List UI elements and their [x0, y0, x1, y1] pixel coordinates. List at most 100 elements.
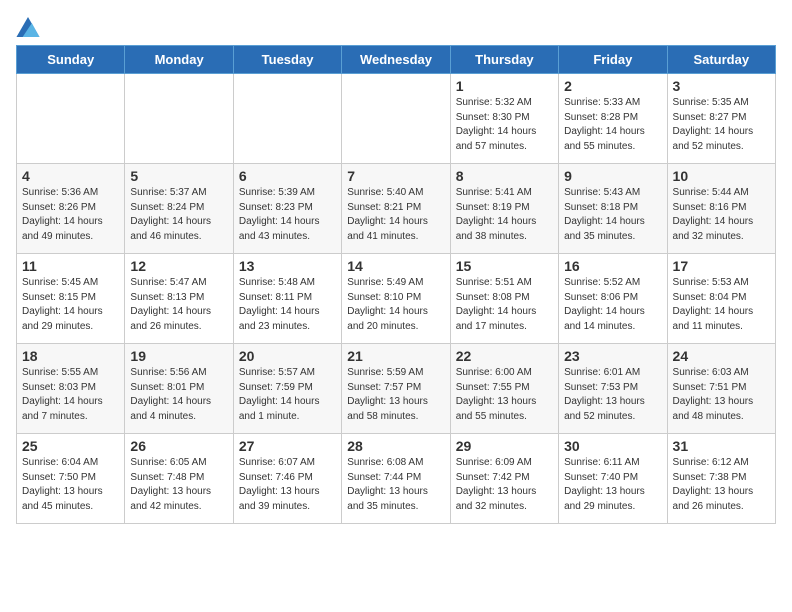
- calendar-week-row: 11 Sunrise: 5:45 AM Sunset: 8:15 PM Dayli…: [17, 254, 776, 344]
- day-number: 15: [456, 258, 553, 274]
- calendar-cell: 28 Sunrise: 6:08 AM Sunset: 7:44 PM Dayli…: [342, 434, 450, 524]
- calendar-cell: 23 Sunrise: 6:01 AM Sunset: 7:53 PM Dayli…: [559, 344, 667, 434]
- calendar-cell: 25 Sunrise: 6:04 AM Sunset: 7:50 PM Dayli…: [17, 434, 125, 524]
- calendar-cell: 22 Sunrise: 6:00 AM Sunset: 7:55 PM Dayli…: [450, 344, 558, 434]
- day-info: Sunrise: 5:53 AM Sunset: 8:04 PM Dayligh…: [673, 276, 770, 334]
- day-info: Sunrise: 6:04 AM Sunset: 7:50 PM Dayligh…: [22, 456, 119, 514]
- day-number: 18: [22, 348, 119, 364]
- day-info: Sunrise: 5:40 AM Sunset: 8:21 PM Dayligh…: [347, 186, 444, 244]
- day-info: Sunrise: 5:59 AM Sunset: 7:57 PM Dayligh…: [347, 366, 444, 424]
- calendar-cell: 5 Sunrise: 5:37 AM Sunset: 8:24 PM Daylig…: [125, 164, 233, 254]
- calendar-week-row: 1 Sunrise: 5:32 AM Sunset: 8:30 PM Daylig…: [17, 74, 776, 164]
- day-info: Sunrise: 6:11 AM Sunset: 7:40 PM Dayligh…: [564, 456, 661, 514]
- day-number: 25: [22, 438, 119, 454]
- day-number: 29: [456, 438, 553, 454]
- day-number: 13: [239, 258, 336, 274]
- day-info: Sunrise: 5:51 AM Sunset: 8:08 PM Dayligh…: [456, 276, 553, 334]
- day-info: Sunrise: 5:45 AM Sunset: 8:15 PM Dayligh…: [22, 276, 119, 334]
- day-number: 28: [347, 438, 444, 454]
- day-info: Sunrise: 6:12 AM Sunset: 7:38 PM Dayligh…: [673, 456, 770, 514]
- calendar-cell: 7Sunrise: 5:40 AM Sunset: 8:21 PM Daylig…: [342, 164, 450, 254]
- day-number: 12: [130, 258, 227, 274]
- day-info: Sunrise: 5:33 AM Sunset: 8:28 PM Dayligh…: [564, 96, 661, 154]
- day-info: Sunrise: 5:36 AM Sunset: 8:26 PM Dayligh…: [22, 186, 119, 244]
- day-number: 26: [130, 438, 227, 454]
- day-number: 21: [347, 348, 444, 364]
- day-number: 30: [564, 438, 661, 454]
- logo: [16, 16, 44, 37]
- calendar-week-row: 25 Sunrise: 6:04 AM Sunset: 7:50 PM Dayli…: [17, 434, 776, 524]
- day-number: 8: [456, 168, 553, 184]
- day-info: Sunrise: 6:08 AM Sunset: 7:44 PM Dayligh…: [347, 456, 444, 514]
- logo-icon: [16, 17, 40, 37]
- day-info: Sunrise: 6:00 AM Sunset: 7:55 PM Dayligh…: [456, 366, 553, 424]
- day-number: 1: [456, 78, 553, 94]
- calendar-cell: [233, 74, 341, 164]
- day-number: 22: [456, 348, 553, 364]
- calendar-cell: 13Sunrise: 5:48 AM Sunset: 8:11 PM Dayli…: [233, 254, 341, 344]
- day-header-monday: Monday: [125, 46, 233, 74]
- day-info: Sunrise: 6:03 AM Sunset: 7:51 PM Dayligh…: [673, 366, 770, 424]
- day-number: 10: [673, 168, 770, 184]
- calendar-cell: 19 Sunrise: 5:56 AM Sunset: 8:01 PM Dayli…: [125, 344, 233, 434]
- calendar-cell: 31 Sunrise: 6:12 AM Sunset: 7:38 PM Dayli…: [667, 434, 775, 524]
- day-number: 14: [347, 258, 444, 274]
- day-header-tuesday: Tuesday: [233, 46, 341, 74]
- day-number: 27: [239, 438, 336, 454]
- calendar-cell: [17, 74, 125, 164]
- calendar-cell: 18Sunrise: 5:55 AM Sunset: 8:03 PM Dayli…: [17, 344, 125, 434]
- day-number: 3: [673, 78, 770, 94]
- calendar-cell: 16 Sunrise: 5:52 AM Sunset: 8:06 PM Dayli…: [559, 254, 667, 344]
- calendar-cell: 4 Sunrise: 5:36 AM Sunset: 8:26 PM Daylig…: [17, 164, 125, 254]
- day-number: 23: [564, 348, 661, 364]
- calendar-cell: 9 Sunrise: 5:43 AM Sunset: 8:18 PM Daylig…: [559, 164, 667, 254]
- day-header-wednesday: Wednesday: [342, 46, 450, 74]
- calendar-cell: 8 Sunrise: 5:41 AM Sunset: 8:19 PM Daylig…: [450, 164, 558, 254]
- day-info: Sunrise: 5:44 AM Sunset: 8:16 PM Dayligh…: [673, 186, 770, 244]
- calendar-cell: 24Sunrise: 6:03 AM Sunset: 7:51 PM Dayli…: [667, 344, 775, 434]
- day-info: Sunrise: 5:37 AM Sunset: 8:24 PM Dayligh…: [130, 186, 227, 244]
- day-number: 11: [22, 258, 119, 274]
- calendar-cell: [125, 74, 233, 164]
- day-header-sunday: Sunday: [17, 46, 125, 74]
- day-header-saturday: Saturday: [667, 46, 775, 74]
- calendar-cell: 3 Sunrise: 5:35 AM Sunset: 8:27 PM Daylig…: [667, 74, 775, 164]
- calendar-table: SundayMondayTuesdayWednesdayThursdayFrid…: [16, 45, 776, 524]
- calendar-cell: 29Sunrise: 6:09 AM Sunset: 7:42 PM Dayli…: [450, 434, 558, 524]
- calendar-cell: 11 Sunrise: 5:45 AM Sunset: 8:15 PM Dayli…: [17, 254, 125, 344]
- day-info: Sunrise: 6:01 AM Sunset: 7:53 PM Dayligh…: [564, 366, 661, 424]
- calendar-body: 1 Sunrise: 5:32 AM Sunset: 8:30 PM Daylig…: [17, 74, 776, 524]
- day-number: 4: [22, 168, 119, 184]
- day-info: Sunrise: 5:35 AM Sunset: 8:27 PM Dayligh…: [673, 96, 770, 154]
- calendar-week-row: 4 Sunrise: 5:36 AM Sunset: 8:26 PM Daylig…: [17, 164, 776, 254]
- day-info: Sunrise: 5:57 AM Sunset: 7:59 PM Dayligh…: [239, 366, 336, 424]
- day-info: Sunrise: 5:47 AM Sunset: 8:13 PM Dayligh…: [130, 276, 227, 334]
- calendar-cell: 17 Sunrise: 5:53 AM Sunset: 8:04 PM Dayli…: [667, 254, 775, 344]
- day-info: Sunrise: 5:43 AM Sunset: 8:18 PM Dayligh…: [564, 186, 661, 244]
- calendar-cell: 30 Sunrise: 6:11 AM Sunset: 7:40 PM Dayli…: [559, 434, 667, 524]
- day-info: Sunrise: 5:39 AM Sunset: 8:23 PM Dayligh…: [239, 186, 336, 244]
- day-number: 20: [239, 348, 336, 364]
- day-info: Sunrise: 5:41 AM Sunset: 8:19 PM Dayligh…: [456, 186, 553, 244]
- day-info: Sunrise: 5:56 AM Sunset: 8:01 PM Dayligh…: [130, 366, 227, 424]
- day-number: 16: [564, 258, 661, 274]
- day-number: 19: [130, 348, 227, 364]
- day-number: 6: [239, 168, 336, 184]
- day-header-thursday: Thursday: [450, 46, 558, 74]
- calendar-cell: 14Sunrise: 5:49 AM Sunset: 8:10 PM Dayli…: [342, 254, 450, 344]
- header: [16, 16, 776, 37]
- calendar-cell: 26Sunrise: 6:05 AM Sunset: 7:48 PM Dayli…: [125, 434, 233, 524]
- calendar-cell: 12 Sunrise: 5:47 AM Sunset: 8:13 PM Dayli…: [125, 254, 233, 344]
- day-number: 5: [130, 168, 227, 184]
- day-info: Sunrise: 5:52 AM Sunset: 8:06 PM Dayligh…: [564, 276, 661, 334]
- day-number: 9: [564, 168, 661, 184]
- day-info: Sunrise: 5:32 AM Sunset: 8:30 PM Dayligh…: [456, 96, 553, 154]
- calendar-cell: 2 Sunrise: 5:33 AM Sunset: 8:28 PM Daylig…: [559, 74, 667, 164]
- calendar-cell: 6 Sunrise: 5:39 AM Sunset: 8:23 PM Daylig…: [233, 164, 341, 254]
- day-number: 2: [564, 78, 661, 94]
- calendar-cell: 20 Sunrise: 5:57 AM Sunset: 7:59 PM Dayli…: [233, 344, 341, 434]
- calendar-header-row: SundayMondayTuesdayWednesdayThursdayFrid…: [17, 46, 776, 74]
- day-number: 17: [673, 258, 770, 274]
- day-number: 31: [673, 438, 770, 454]
- calendar-cell: 10 Sunrise: 5:44 AM Sunset: 8:16 PM Dayli…: [667, 164, 775, 254]
